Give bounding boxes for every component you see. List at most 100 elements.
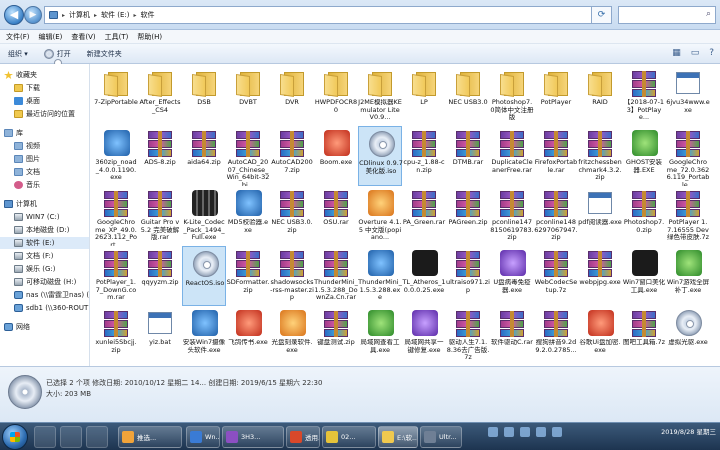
file-item[interactable]: 搜狗拼音9.2d9.2.0.2785...: [534, 306, 578, 366]
file-item[interactable]: RAID: [578, 66, 622, 126]
file-item[interactable]: fritzchessbenchmark4.3.2.zip: [578, 126, 622, 186]
file-item[interactable]: 360zip_noad_4.0.0.1190.exe: [94, 126, 138, 186]
file-item[interactable]: 安装Win7摄像头软件.exe: [182, 306, 226, 366]
forward-button[interactable]: ▶: [24, 6, 42, 24]
view-options-icon[interactable]: ▦: [672, 48, 681, 58]
file-item[interactable]: shadowsocks-rss-master.zip: [270, 246, 314, 306]
nav-item[interactable]: 视频: [0, 140, 89, 152]
file-item[interactable]: DSB: [182, 66, 226, 126]
menu-tools[interactable]: 工具(T): [105, 32, 129, 42]
nav-item[interactable]: 桌面: [0, 95, 89, 107]
breadcrumb-computer[interactable]: 计算机: [69, 10, 90, 20]
nav-item[interactable]: sdb1 (\\360-ROUT: [0, 302, 89, 314]
back-button[interactable]: ◀: [4, 5, 24, 25]
taskbar-button[interactable]: 透用...: [286, 426, 320, 448]
file-item[interactable]: cpu-z_1.88-cn.zip: [402, 126, 446, 186]
file-item[interactable]: 6jvu34www.exe: [666, 66, 710, 126]
taskbar-button[interactable]: 02...: [322, 426, 376, 448]
input-method-icon[interactable]: [536, 427, 546, 437]
notification-icon[interactable]: [552, 427, 562, 437]
file-item[interactable]: 驱动人生7.1.8.36去广告版.7z: [446, 306, 490, 366]
file-item[interactable]: Photoshop7.0.zip: [622, 186, 666, 246]
open-button[interactable]: 打开: [43, 48, 71, 67]
file-item[interactable]: TL_Atheros_10.0.0.25.exe: [402, 246, 446, 306]
nav-item[interactable]: nas (\\雷霆卫nas) (Y:: [0, 289, 89, 301]
file-item[interactable]: DVR: [270, 66, 314, 126]
file-item[interactable]: 谷歌Ui盘加密.exe: [578, 306, 622, 366]
file-item[interactable]: SDFormatter.zip: [226, 246, 270, 306]
file-item[interactable]: LP: [402, 66, 446, 126]
nav-item[interactable]: 可移动磁盘 (H:): [0, 276, 89, 288]
nav-item[interactable]: 娱乐 (G:): [0, 263, 89, 275]
taskbar-button[interactable]: Ultr...: [420, 426, 462, 448]
file-item[interactable]: MD5校验器.exe: [226, 186, 270, 246]
preview-pane-icon[interactable]: ▭: [691, 48, 700, 58]
start-button[interactable]: [2, 424, 28, 450]
file-item[interactable]: OSU.rar: [314, 186, 358, 246]
file-item[interactable]: AutoCAD_2007_Chinese_Win_64bit-32bi...: [226, 126, 270, 186]
file-item[interactable]: Overture 4.1.5 中文版(popiano...: [358, 186, 402, 246]
file-item[interactable]: Win7游戏全屏补丁.exe: [666, 246, 710, 306]
file-item[interactable]: FirefoxPortable.rar: [534, 126, 578, 186]
nav-item[interactable]: 库: [0, 127, 89, 139]
file-item[interactable]: HWPDFOCR80: [314, 66, 358, 126]
taskbar-button[interactable]: 3H3...: [222, 426, 284, 448]
file-item[interactable]: 【2018-07-13】PotPlaye...: [622, 66, 666, 126]
file-item[interactable]: After_Effects_CS4: [138, 66, 182, 126]
file-item[interactable]: ThunderMini_1.5.3.288_DownZa.Cn.rar: [314, 246, 358, 306]
file-item[interactable]: GHOST安装器.EXE: [622, 126, 666, 186]
file-item[interactable]: AutoCAD2007.zip: [270, 126, 314, 186]
file-item[interactable]: CDlinux 0.9.7 美化版.iso: [358, 126, 403, 186]
search-input[interactable]: ⌕: [618, 6, 716, 24]
file-item[interactable]: PotPlayer_1.7_DownG.com.rar: [94, 246, 138, 306]
help-icon[interactable]: ?: [709, 48, 714, 58]
battery-tray-icon[interactable]: [520, 427, 530, 437]
file-item[interactable]: 飞鸽传书.exe: [226, 306, 270, 366]
menu-help[interactable]: 帮助(H): [137, 32, 162, 42]
nav-item[interactable]: 软件 (E:): [0, 237, 89, 249]
file-item[interactable]: DVBT: [226, 66, 270, 126]
file-item[interactable]: GoogleChrome_72.0.3626.119_Portable...: [666, 126, 710, 186]
nav-item[interactable]: 图片: [0, 153, 89, 165]
nav-item[interactable]: 文档: [0, 166, 89, 178]
file-item[interactable]: 光盘刻录软件.exe: [270, 306, 314, 366]
file-item[interactable]: qqyyzm.zip: [138, 246, 182, 306]
file-item[interactable]: pdf阅读器.exe: [578, 186, 622, 246]
menu-edit[interactable]: 编辑(E): [39, 32, 63, 42]
breadcrumb-software[interactable]: 软件: [141, 10, 155, 20]
file-item[interactable]: K-Lite_Codec_Pack_1494_Full.exe: [182, 186, 226, 246]
file-item[interactable]: aida64.zip: [182, 126, 226, 186]
taskbar-button[interactable]: E:\软...: [378, 426, 418, 448]
quicklaunch-ie-icon[interactable]: [34, 426, 56, 448]
file-item[interactable]: 虚拟光驱.exe: [666, 306, 710, 366]
network-tray-icon[interactable]: [488, 427, 498, 437]
clock[interactable]: 2019/8/28 星期三: [661, 428, 716, 437]
refresh-button[interactable]: ⟳: [592, 6, 612, 24]
file-item[interactable]: 局域网查看工具.exe: [358, 306, 402, 366]
file-item[interactable]: Guitar Pro v5.2 完美破解版.rar: [138, 186, 182, 246]
menu-view[interactable]: 查看(V): [71, 32, 95, 42]
file-item[interactable]: webpjpg.exe: [578, 246, 622, 306]
file-item[interactable]: PA_Green.rar: [402, 186, 446, 246]
file-item[interactable]: Photoshop7.0简体中文注册版: [490, 66, 534, 126]
taskbar-button[interactable]: Wn...: [186, 426, 220, 448]
nav-item[interactable]: 音乐: [0, 179, 89, 191]
nav-item[interactable]: WIN7 (C:): [0, 211, 89, 223]
file-item[interactable]: WebCodecSetup.7z: [534, 246, 578, 306]
nav-item[interactable]: 文档 (F:): [0, 250, 89, 262]
file-item[interactable]: ThunderMini_1.5.3.288.exe: [358, 246, 402, 306]
file-item[interactable]: Boom.exe: [314, 126, 358, 186]
file-item[interactable]: J2ME模拟器KEmulator Lite V0.9...: [358, 66, 402, 126]
file-item[interactable]: Win7窗口美化工具.exe: [622, 246, 666, 306]
quicklaunch-desktop-icon[interactable]: [60, 426, 82, 448]
menu-file[interactable]: 文件(F): [6, 32, 30, 42]
nav-item[interactable]: 下载: [0, 82, 89, 94]
file-item[interactable]: 软件驱动C.rar: [490, 306, 534, 366]
file-item[interactable]: 局域网共享一键修复.exe: [402, 306, 446, 366]
file-item[interactable]: ReactOS.iso: [182, 246, 226, 306]
file-item[interactable]: 7-ZipPortable: [94, 66, 138, 126]
file-item[interactable]: ADS-8.zip: [138, 126, 182, 186]
file-item[interactable]: PotPlayer 1.7.16555 Dev 绿色带皮肤.7z: [666, 186, 710, 246]
file-item[interactable]: 图吧工具箱.7z: [622, 306, 666, 366]
file-item[interactable]: 键盘测试.zip: [314, 306, 358, 366]
